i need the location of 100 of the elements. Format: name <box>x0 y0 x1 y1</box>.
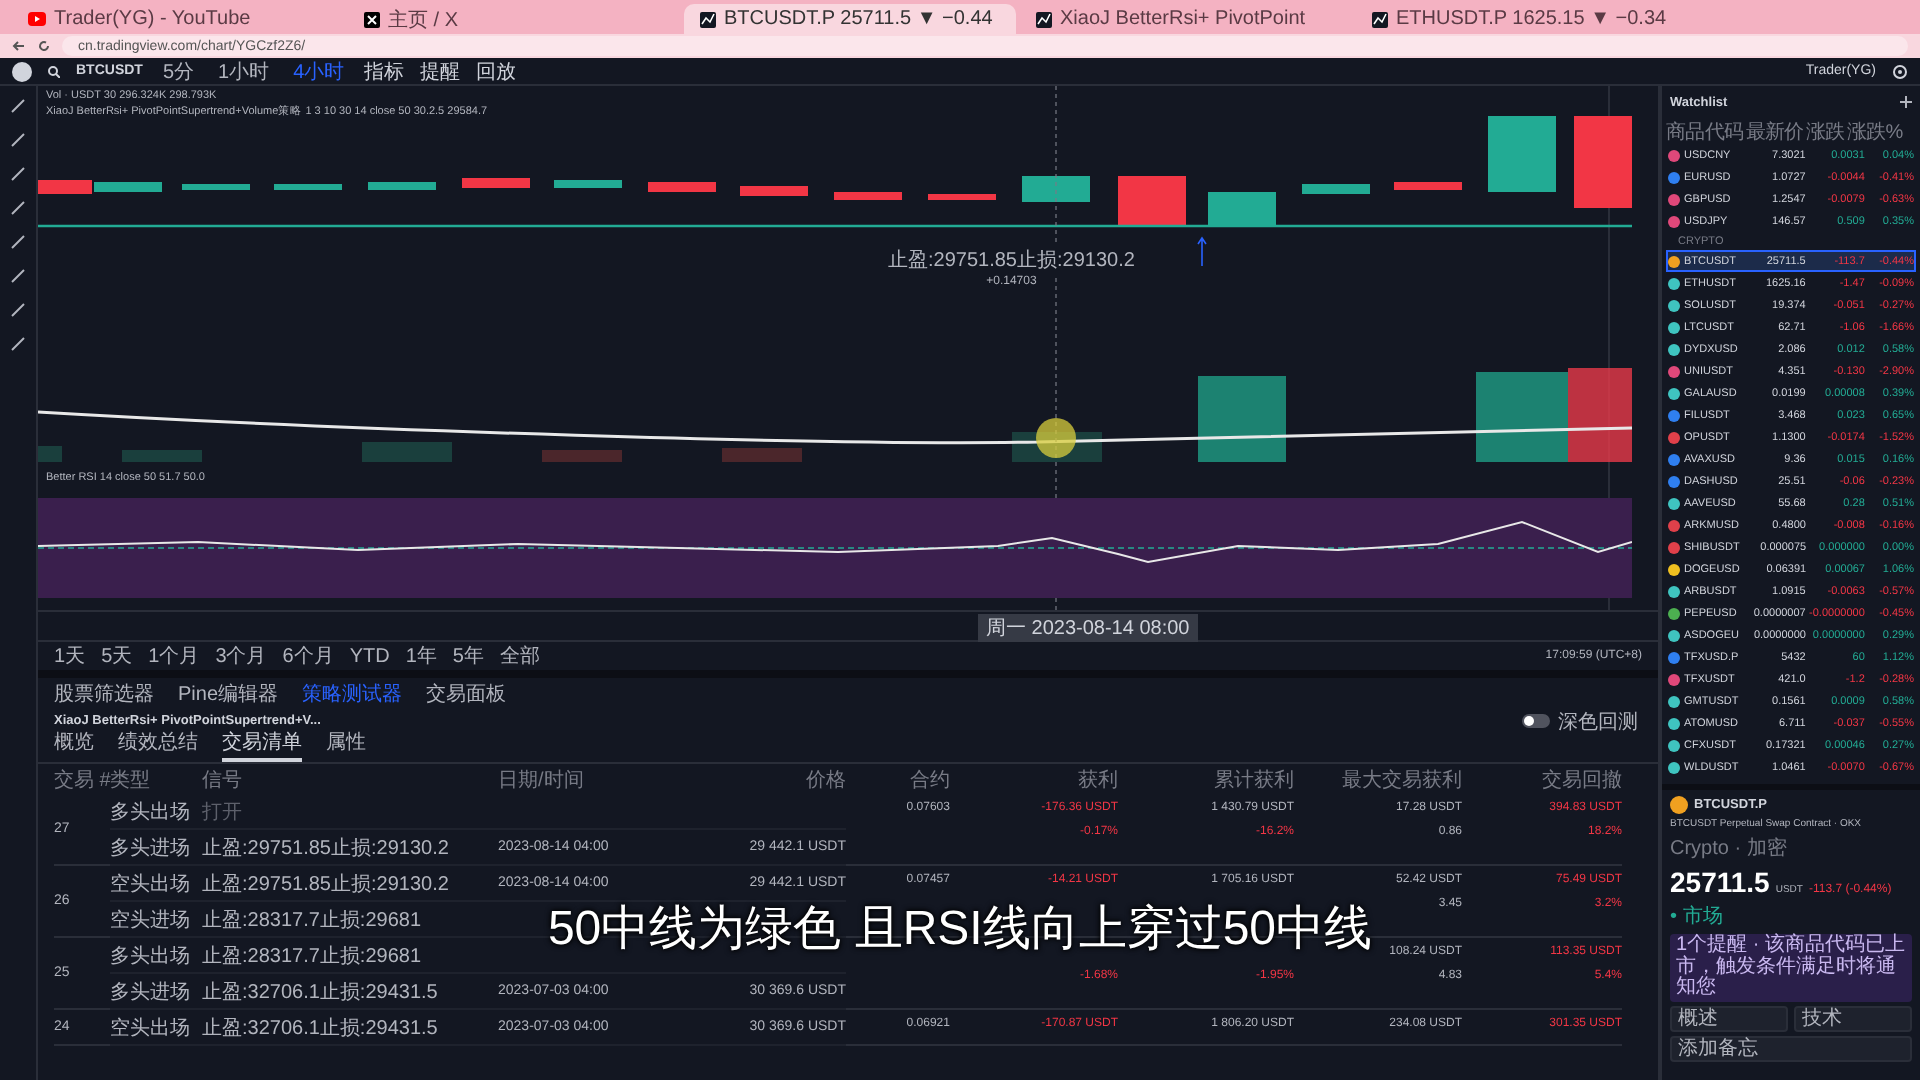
note-button[interactable]: 添加备忘 <box>1670 1035 1912 1061</box>
table-cell: 空头出场 <box>110 1010 202 1046</box>
candle <box>462 178 530 188</box>
range-button[interactable]: 1年 <box>405 642 437 670</box>
up-arrow-icon <box>1197 236 1207 267</box>
last-price: 25711.5 <box>1670 866 1770 898</box>
table-cell: 空头进场 <box>110 902 202 938</box>
browser-tab[interactable]: 主页 / X <box>348 4 680 34</box>
drawing-tool-icon[interactable] <box>10 302 26 318</box>
table-cell: 多头进场 <box>110 974 202 1010</box>
column-header[interactable]: 价格 <box>690 764 846 794</box>
toolbar-button[interactable]: 提醒 <box>420 57 461 85</box>
column-header[interactable]: 累计获利 <box>1118 764 1294 794</box>
column-header[interactable]: 信号 <box>202 764 498 794</box>
browser-tab[interactable]: Trader(YG) - YouTube <box>12 4 344 34</box>
range-button[interactable]: 3个月 <box>215 642 267 670</box>
table-cell: 多头进场 <box>110 830 202 866</box>
candle <box>1574 116 1632 208</box>
toggle-switch[interactable] <box>1522 714 1550 728</box>
interval-button[interactable]: 4小时 <box>289 57 349 85</box>
candle <box>1488 116 1556 192</box>
toolbar-button[interactable]: 回放 <box>476 57 517 85</box>
range-button[interactable]: 1天 <box>54 642 86 670</box>
candle <box>368 182 436 190</box>
candle <box>648 182 716 192</box>
drawing-tool-icon[interactable] <box>10 132 26 148</box>
drawing-tool-icon[interactable] <box>10 200 26 216</box>
panel-tab[interactable]: 策略测试器 <box>302 679 403 707</box>
table-cell: 止盈:28317.7止损:29681 <box>202 938 498 974</box>
range-button[interactable]: 1个月 <box>148 642 200 670</box>
candle <box>1394 182 1462 190</box>
table-cell: 止盈:32706.1止损:29431.5 <box>202 1010 498 1046</box>
table-cell: 打开 <box>202 794 498 830</box>
candle <box>928 194 996 200</box>
column-header[interactable]: 涨跌% <box>1846 117 1903 145</box>
browser-tab[interactable]: ETHUSDT.P 1625.15 ▼ −0.34 <box>1356 4 1688 34</box>
panel-tab[interactable]: 股票筛选器 <box>54 679 154 707</box>
candle <box>834 192 902 200</box>
range-button[interactable]: 6个月 <box>282 642 334 670</box>
drawing-tool-icon[interactable] <box>10 98 26 114</box>
table-cell: 止盈:29751.85止损:29130.2 <box>202 866 498 902</box>
browser-tab[interactable]: XiaoJ BetterRsi+ PivotPoint <box>1020 4 1352 34</box>
market-status: • 市场 <box>1670 903 1725 930</box>
toggle-label: 深色回测 <box>1558 709 1638 735</box>
volume-bar <box>38 446 62 462</box>
volume-bar <box>722 448 802 462</box>
video-subtitle: 50中线为绿色 且RSI线向上穿过50中线 <box>547 902 1373 956</box>
candle <box>740 186 808 196</box>
browser-tab[interactable]: BTCUSDT.P 25711.5 ▼ −0.44 <box>684 4 1016 34</box>
column-header[interactable]: 涨跌 <box>1805 117 1845 145</box>
search-icon[interactable] <box>48 65 60 77</box>
toolbar-button[interactable]: 指标 <box>364 57 405 85</box>
symbol-category: Crypto · 加密 <box>1670 835 1789 862</box>
back-icon[interactable] <box>12 40 26 52</box>
volume-bar <box>542 450 622 462</box>
panel-tab[interactable]: Pine编辑器 <box>178 679 279 707</box>
candle <box>1302 184 1370 194</box>
coin-icon <box>1670 796 1688 814</box>
column-header[interactable]: 获利 <box>950 764 1118 794</box>
table-cell: 多头出场 <box>110 938 202 974</box>
settings-icon[interactable] <box>1892 63 1908 79</box>
range-button[interactable]: 5天 <box>101 642 133 670</box>
report-tab[interactable]: 交易清单 <box>222 728 302 762</box>
reload-icon[interactable] <box>38 40 50 52</box>
panel-tab[interactable]: 交易面板 <box>426 679 507 707</box>
highlight-circle <box>1036 418 1076 458</box>
x-logo-icon <box>364 11 380 27</box>
logo-icon <box>12 61 32 81</box>
detail-button[interactable]: 概述 <box>1670 1005 1788 1031</box>
column-header[interactable]: 最大交易获利 <box>1294 764 1462 794</box>
drawing-tool-icon[interactable] <box>10 336 26 352</box>
column-header[interactable]: 商品代码 <box>1666 117 1744 145</box>
column-header[interactable]: 日期/时间 <box>498 764 690 794</box>
interval-button[interactable]: 5分 <box>158 57 199 85</box>
column-header[interactable]: 交易回撤 <box>1462 764 1622 794</box>
column-header[interactable]: 最新价 <box>1745 117 1804 145</box>
report-tab[interactable]: 属性 <box>326 728 366 762</box>
detail-button[interactable]: 技术 <box>1794 1005 1912 1031</box>
chart-icon <box>1036 11 1052 27</box>
range-button[interactable]: 全部 <box>499 642 540 670</box>
column-header[interactable]: 类型 <box>110 764 202 794</box>
interval-button[interactable]: 1小时 <box>214 57 274 85</box>
volume-bar <box>122 450 202 462</box>
candle <box>1208 192 1276 226</box>
alert-notice: 1个提醒 · 该商品代码已上市，触发条件满足时将通知您 <box>1670 934 1912 1001</box>
column-header[interactable]: 合约 <box>846 764 950 794</box>
table-cell: 空头出场 <box>110 866 202 902</box>
report-tab[interactable]: 绩效总结 <box>118 728 198 762</box>
drawing-tool-icon[interactable] <box>10 268 26 284</box>
range-button[interactable]: 5年 <box>452 642 484 670</box>
drawing-tool-icon[interactable] <box>10 166 26 182</box>
report-tab[interactable]: 概览 <box>54 728 94 762</box>
plus-icon[interactable] <box>1900 96 1912 108</box>
crosshair-time-label: 周一 2023-08-14 08:00 <box>978 614 1198 642</box>
drawing-tool-icon[interactable] <box>10 234 26 250</box>
chart-icon <box>700 11 716 27</box>
range-button[interactable]: YTD <box>349 645 390 667</box>
candle <box>1022 176 1090 202</box>
table-cell: 止盈:32706.1止损:29431.5 <box>202 974 498 1010</box>
column-header[interactable]: 交易 # <box>54 764 110 794</box>
